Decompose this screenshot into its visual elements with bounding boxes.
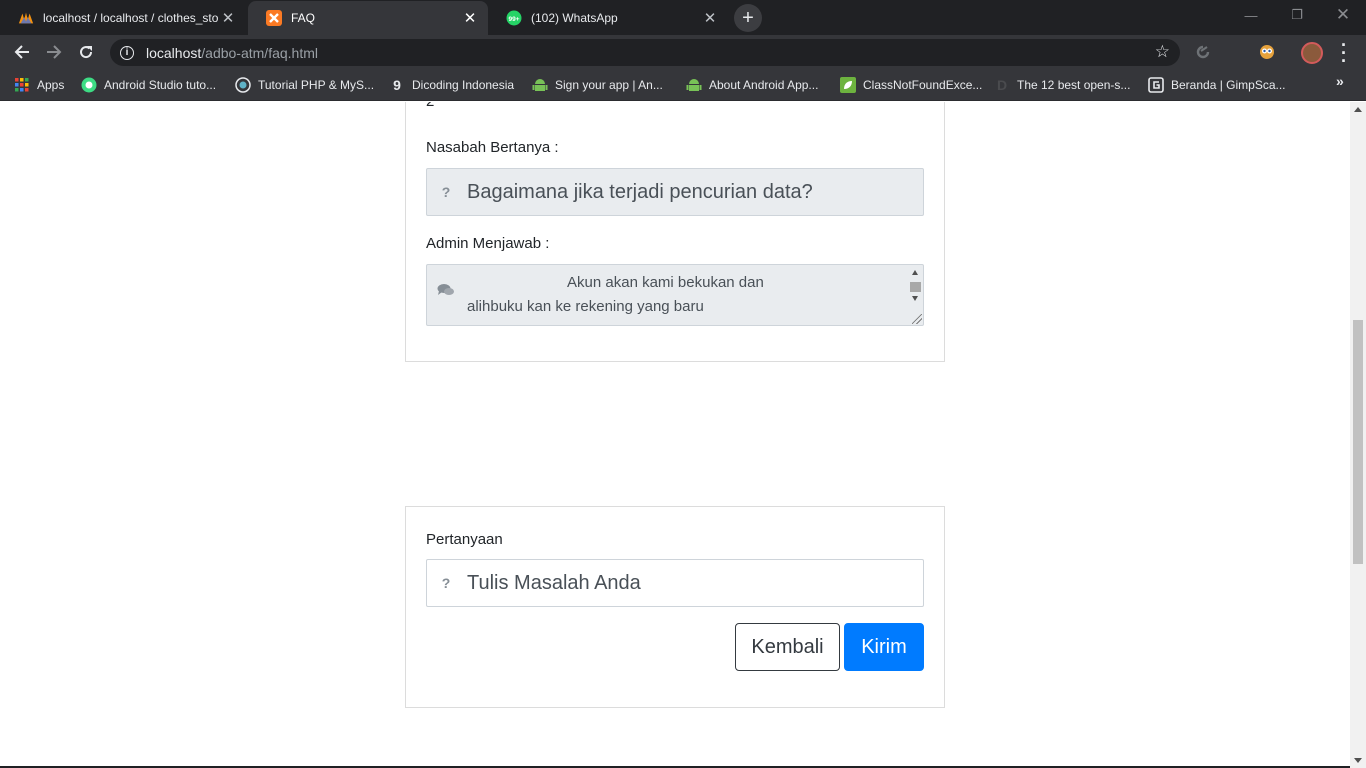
scroll-thumb[interactable]: [1353, 320, 1363, 564]
question-input-group[interactable]: ? Tulis Masalah Anda: [426, 559, 924, 607]
question-field: ? Bagaimana jika terjadi pencurian data?: [426, 168, 924, 216]
bookmark-apps[interactable]: Apps: [14, 76, 64, 94]
bookmark-label: ClassNotFoundExce...: [863, 78, 983, 92]
apps-grid-icon: [14, 77, 30, 93]
question-form-card: Pertanyaan ? Tulis Masalah Anda Kembali …: [405, 506, 945, 708]
page-viewport: 2 Nasabah Bertanya : ? Bagaimana jika te…: [0, 102, 1350, 768]
bookmark-12-best[interactable]: D The 12 best open-s...: [994, 76, 1130, 94]
d-icon: D: [996, 77, 1008, 93]
question-mark-icon: ?: [441, 184, 451, 200]
bookmark-label: Android Studio tuto...: [104, 78, 217, 92]
faq-number: 2: [426, 102, 434, 110]
comments-icon: [437, 283, 455, 302]
bookmark-label: About Android App...: [709, 78, 819, 92]
android-studio-icon: [81, 77, 97, 93]
scroll-thumb[interactable]: [910, 282, 921, 292]
question-label: Nasabah Bertanya :: [426, 139, 559, 156]
question-value: Bagaimana jika terjadi pencurian data?: [467, 180, 813, 203]
bookmark-label: Apps: [37, 78, 65, 92]
gimpscape-icon: [1148, 77, 1164, 93]
android-icon: [532, 77, 548, 93]
bookmark-sign-your-app[interactable]: Sign your app | An...: [532, 76, 663, 94]
new-tab-button[interactable]: +: [734, 4, 762, 32]
back-arrow-icon[interactable]: [8, 38, 36, 66]
extension-refresh-icon[interactable]: [1194, 43, 1212, 61]
extension-owl-icon[interactable]: [1258, 43, 1276, 61]
tab-faq[interactable]: FAQ ✕: [248, 1, 488, 35]
tab-whatsapp[interactable]: 99+ (102) WhatsApp ✕: [488, 1, 728, 35]
tab-phpmyadmin[interactable]: localhost / localhost / clothes_sto ✕: [0, 1, 246, 35]
url-path: /adbo-atm/faq.html: [201, 44, 318, 61]
more-menu-icon[interactable]: · · ·: [1338, 36, 1350, 70]
close-window-icon[interactable]: ✕: [1320, 0, 1366, 30]
bookmark-dicoding[interactable]: 9 Dicoding Indonesia: [389, 76, 514, 94]
bookmarks-bar: Apps Android Studio tuto... Tutorial PHP…: [0, 69, 1366, 101]
minimize-icon[interactable]: —: [1228, 0, 1274, 30]
answer-textarea[interactable]: Akun akan kami bekukan dan alihbuku kan …: [426, 264, 924, 326]
bookmark-gimpscape[interactable]: Beranda | GimpSca...: [1148, 76, 1286, 94]
tab-title: localhost / localhost / clothes_sto: [43, 11, 219, 25]
bookmark-android-studio[interactable]: Android Studio tuto...: [81, 76, 216, 94]
xampp-icon: [266, 10, 282, 26]
info-icon[interactable]: i: [120, 45, 134, 60]
scroll-down-icon[interactable]: [1354, 758, 1362, 763]
leaf-icon: [840, 77, 856, 93]
url-text: localhost/adbo-atm/faq.html: [146, 45, 318, 61]
android-icon: [686, 77, 702, 93]
back-button[interactable]: Kembali: [735, 623, 840, 671]
bookmark-tutorial-php[interactable]: Tutorial PHP & MyS...: [235, 76, 374, 94]
url-host: localhost: [146, 44, 202, 61]
question-input[interactable]: Tulis Masalah Anda: [465, 560, 923, 606]
globe-icon: [235, 77, 251, 93]
browser-toolbar: i localhost/adbo-atm/faq.html ☆: [0, 35, 1366, 69]
question-form-label: Pertanyaan: [426, 531, 503, 548]
scroll-down-icon[interactable]: [912, 296, 918, 301]
close-icon[interactable]: ✕: [702, 10, 718, 27]
restore-icon[interactable]: ❐: [1274, 0, 1320, 30]
bookmark-label: Dicoding Indonesia: [412, 78, 515, 92]
reload-icon[interactable]: [72, 38, 100, 66]
forward-arrow-icon[interactable]: [40, 38, 68, 66]
tab-title: FAQ: [291, 11, 316, 25]
bookmark-label: Sign your app | An...: [555, 78, 663, 92]
address-bar[interactable]: i localhost/adbo-atm/faq.html ☆: [110, 39, 1180, 66]
bookmarks-overflow-icon[interactable]: »: [1336, 73, 1344, 89]
bookmark-star-icon[interactable]: ☆: [1155, 42, 1170, 62]
answer-label: Admin Menjawab :: [426, 235, 550, 252]
bookmark-about-android[interactable]: About Android App...: [686, 76, 818, 94]
tab-title: (102) WhatsApp: [531, 11, 618, 25]
close-icon[interactable]: ✕: [462, 10, 478, 27]
profile-avatar[interactable]: [1301, 42, 1323, 64]
resize-grip-icon[interactable]: [912, 314, 922, 324]
tab-strip: localhost / localhost / clothes_sto ✕ FA…: [0, 0, 1366, 35]
phpmyadmin-icon: [18, 10, 34, 26]
answer-value: Akun akan kami bekukan dan alihbuku kan …: [467, 274, 764, 315]
bookmark-label: The 12 best open-s...: [1017, 78, 1131, 92]
submit-button[interactable]: Kirim: [844, 623, 924, 671]
scroll-up-icon[interactable]: [912, 270, 918, 275]
dicoding-icon: 9: [393, 77, 401, 93]
page-scrollbar[interactable]: [1350, 102, 1366, 768]
question-mark-icon: ?: [441, 575, 451, 591]
faq-card: 2 Nasabah Bertanya : ? Bagaimana jika te…: [405, 102, 945, 362]
bookmark-label: Tutorial PHP & MyS...: [258, 78, 375, 92]
bookmark-classnotfound[interactable]: ClassNotFoundExce...: [840, 76, 982, 94]
bookmark-label: Beranda | GimpSca...: [1171, 78, 1286, 92]
textarea-scrollbar[interactable]: [908, 265, 923, 325]
whatsapp-badge: 99+: [508, 16, 519, 23]
close-icon[interactable]: ✕: [220, 10, 236, 27]
scroll-up-icon[interactable]: [1354, 107, 1362, 112]
whatsapp-icon: 99+: [506, 10, 522, 26]
